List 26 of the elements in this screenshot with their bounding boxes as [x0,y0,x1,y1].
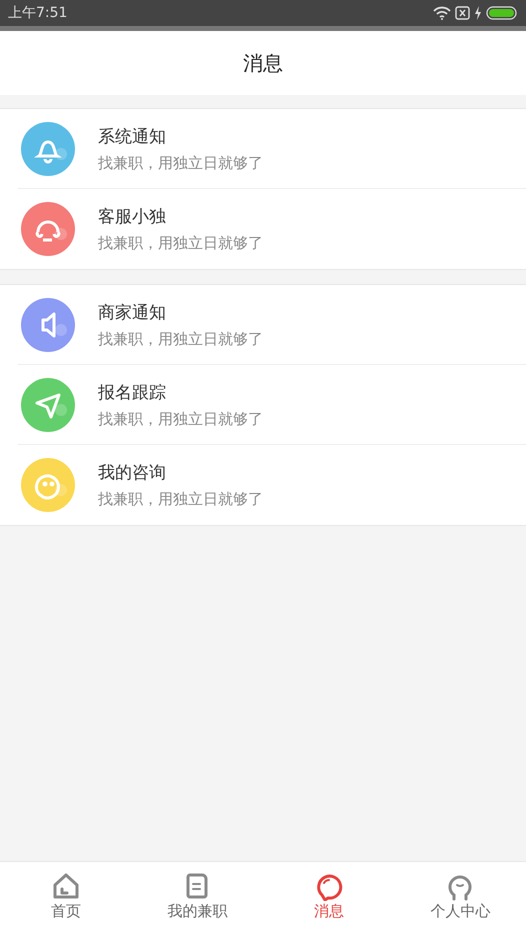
tab[interactable]: 首页 [0,862,132,929]
message-title: 客服小独 [98,206,167,228]
wifi-icon [433,6,451,20]
home-icon [50,870,81,900]
message-item[interactable]: 我的咨询 找兼职，用独立日就够了 [0,445,526,525]
message-preview: 找兼职，用独立日就够了 [98,154,263,173]
tab[interactable]: 消息 [263,862,394,929]
battery-icon [486,6,518,20]
message-preview: 找兼职，用独立日就够了 [98,234,263,253]
charging-icon [474,6,482,20]
sim-icon [455,6,470,20]
message-preview: 找兼职，用独立日就够了 [98,330,263,349]
message-preview: 找兼职，用独立日就够了 [98,410,263,429]
message-title: 我的咨询 [98,462,167,484]
message-item[interactable]: 系统通知 找兼职，用独立日就够了 [0,109,526,189]
tab[interactable]: 个人中心 [394,862,526,929]
message-item[interactable]: 报名跟踪 找兼职，用独立日就够了 [0,365,526,445]
page-title: 消息 [243,50,283,76]
message-title: 商家通知 [98,302,167,324]
message-item[interactable]: 客服小独 找兼职，用独立日就够了 [0,189,526,269]
message-item[interactable]: 商家通知 找兼职，用独立日就够了 [0,285,526,365]
status-time: 上午7:51 [8,4,68,22]
message-title: 报名跟踪 [98,382,167,404]
tab[interactable]: 我的兼职 [132,862,263,929]
message-title: 系统通知 [98,126,167,148]
message-preview: 找兼职，用独立日就够了 [98,490,263,509]
